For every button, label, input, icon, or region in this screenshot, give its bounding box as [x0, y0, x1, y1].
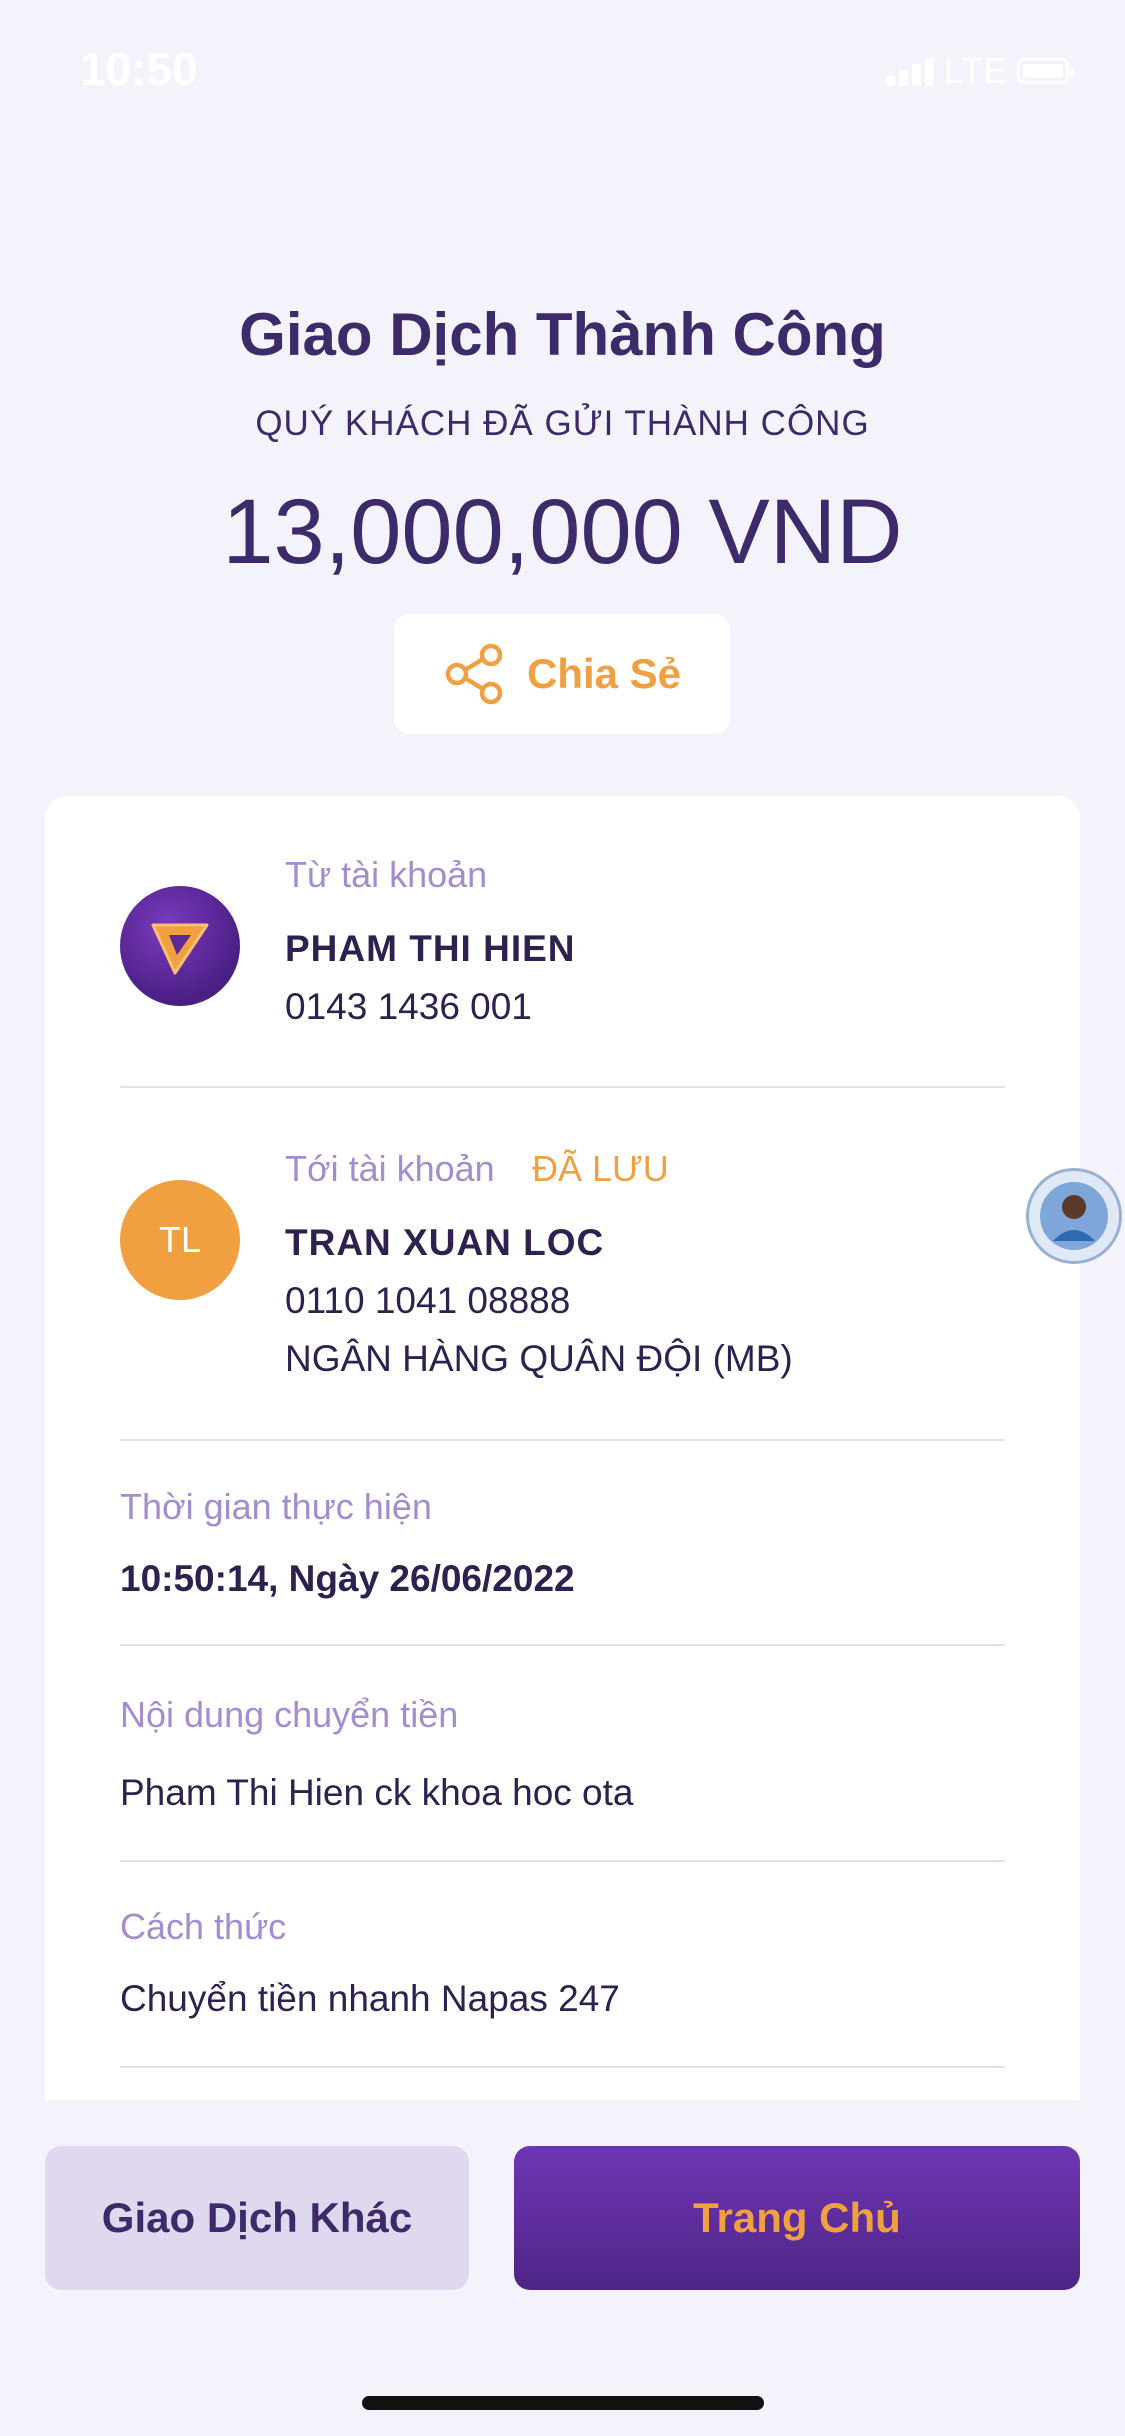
share-button[interactable]: Chia Sẻ — [394, 614, 730, 734]
time-label: Thời gian thực hiện — [120, 1486, 432, 1527]
battery-icon — [1017, 58, 1074, 84]
person-photo-icon — [1040, 1182, 1108, 1250]
status-time: 10:50 — [80, 43, 198, 95]
to-account-name: TRAN XUAN LOC — [285, 1222, 605, 1263]
signal-icon — [885, 56, 934, 86]
content-value: Pham Thi Hien ck khoa hoc ota — [120, 1772, 634, 1813]
to-account-number: 0110 1041 08888 — [285, 1280, 571, 1321]
status-bar: 10:50 LTE — [0, 0, 1125, 140]
home-button[interactable]: Trang Chủ — [514, 2146, 1080, 2290]
page-subtitle: QUÝ KHÁCH ĐÃ GỬI THÀNH CÔNG — [255, 404, 870, 443]
saved-badge: ĐÃ LƯU — [532, 1148, 669, 1189]
bank-logo-icon — [120, 886, 240, 1006]
divider — [120, 1439, 1005, 1441]
floating-profile-bubble[interactable] — [1026, 1168, 1122, 1264]
divider — [120, 1860, 1005, 1862]
divider — [120, 2066, 1005, 2068]
method-value: Chuyển tiền nhanh Napas 247 — [120, 1978, 620, 2019]
network-label: LTE — [943, 50, 1007, 91]
method-label: Cách thức — [120, 1906, 287, 1947]
page-title: Giao Dịch Thành Công — [239, 301, 886, 368]
to-account-bank: NGÂN HÀNG QUÂN ĐỘI (MB) — [285, 1338, 793, 1379]
share-icon — [445, 643, 503, 705]
content-label: Nội dung chuyển tiền — [120, 1694, 459, 1735]
transaction-details-card: Từ tài khoản PHAM THI HIEN 0143 1436 001… — [45, 796, 1080, 2100]
share-label: Chia Sẻ — [526, 650, 682, 697]
to-account-label: Tới tài khoản — [285, 1148, 495, 1189]
from-account-name: PHAM THI HIEN — [285, 928, 576, 969]
divider — [120, 1644, 1005, 1646]
recipient-avatar: TL — [120, 1180, 240, 1300]
from-account-number: 0143 1436 001 — [285, 986, 532, 1027]
home-indicator[interactable] — [362, 2396, 764, 2410]
divider — [120, 1086, 1005, 1088]
time-value: 10:50:14, Ngày 26/06/2022 — [120, 1558, 575, 1599]
status-indicators: LTE — [885, 50, 1074, 92]
other-transaction-button[interactable]: Giao Dịch Khác — [45, 2146, 469, 2290]
transfer-amount: 13,000,000 VND — [222, 481, 903, 583]
play-triangle-icon — [151, 923, 209, 975]
from-account-label: Từ tài khoản — [285, 854, 488, 895]
